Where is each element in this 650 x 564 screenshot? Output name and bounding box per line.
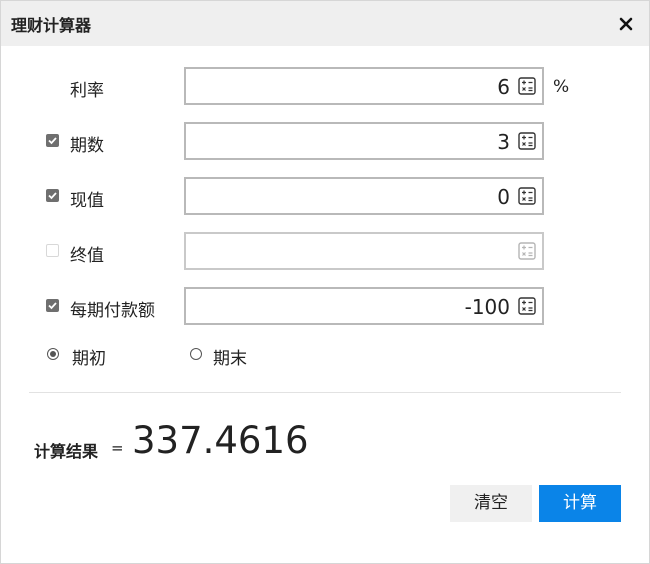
rate-unit: % <box>553 77 570 97</box>
dialog-title: 理财计算器 <box>11 16 92 35</box>
future-value-row: 终值 <box>1 232 649 270</box>
present-value-field[interactable]: 0 <box>184 177 544 215</box>
close-icon[interactable] <box>617 15 635 33</box>
future-value-field[interactable] <box>184 232 544 270</box>
result-label: 计算结果 <box>34 442 99 461</box>
timing-end-label[interactable]: 期末 <box>213 344 247 369</box>
result-equals: = <box>111 439 124 457</box>
periods-label: 期数 <box>70 136 104 156</box>
timing-begin-label[interactable]: 期初 <box>72 344 106 369</box>
calculator-icon[interactable] <box>518 187 536 205</box>
payment-field[interactable]: -100 <box>184 287 544 325</box>
calculator-icon <box>518 242 536 260</box>
payment-row: 每期付款额 -100 <box>1 287 649 325</box>
periods-field[interactable]: 3 <box>184 122 544 160</box>
periods-value[interactable]: 3 <box>497 130 510 154</box>
payment-checkbox[interactable] <box>46 299 59 312</box>
periods-checkbox[interactable] <box>46 134 59 147</box>
present-value-checkbox[interactable] <box>46 189 59 202</box>
future-value-label: 终值 <box>70 246 104 266</box>
periods-row: 期数 3 <box>1 122 649 160</box>
calculator-dialog: 理财计算器 利率 6 % 期数 3 现值 0 终值 每期付款额 -100 期初 … <box>0 0 650 564</box>
present-value-label: 现值 <box>70 191 104 211</box>
future-value-checkbox[interactable] <box>46 244 59 257</box>
timing-begin-radio[interactable] <box>47 348 59 360</box>
payment-value[interactable]: -100 <box>465 295 510 319</box>
titlebar: 理财计算器 <box>1 1 649 46</box>
rate-field[interactable]: 6 <box>184 67 544 105</box>
clear-button[interactable]: 清空 <box>450 485 532 522</box>
payment-label: 每期付款额 <box>70 301 155 321</box>
timing-end-radio[interactable] <box>190 348 202 360</box>
rate-label: 利率 <box>70 81 104 101</box>
present-value-value[interactable]: 0 <box>497 185 510 209</box>
rate-row: 利率 6 % <box>1 67 649 105</box>
calculate-button[interactable]: 计算 <box>539 485 621 522</box>
present-value-row: 现值 0 <box>1 177 649 215</box>
calculator-icon[interactable] <box>518 297 536 315</box>
divider <box>29 392 621 393</box>
rate-value[interactable]: 6 <box>497 75 510 99</box>
calculator-icon[interactable] <box>518 132 536 150</box>
result-value: 337.4616 <box>132 419 309 462</box>
calculator-icon[interactable] <box>518 77 536 95</box>
